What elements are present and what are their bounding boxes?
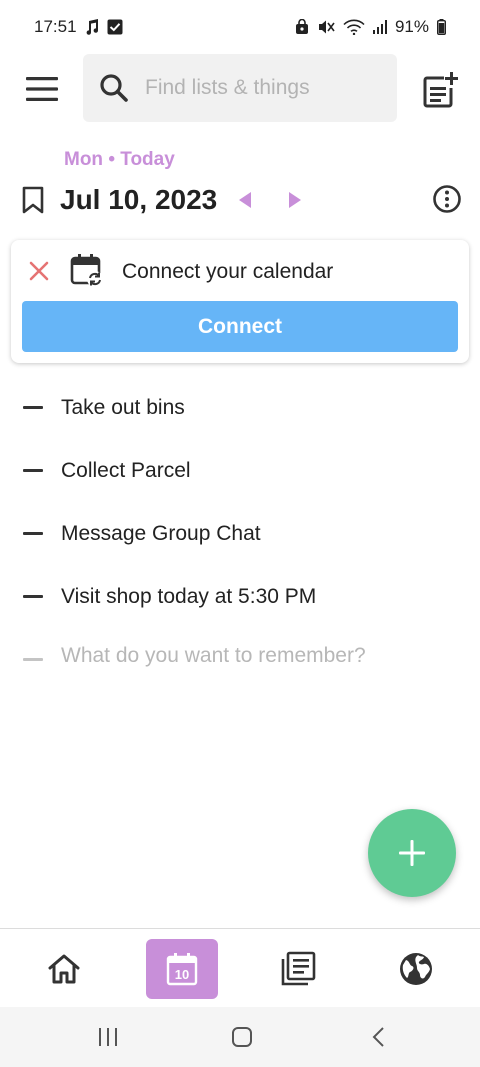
- date-header: Jul 10, 2023: [0, 178, 480, 224]
- system-home-button[interactable]: [230, 1025, 254, 1054]
- lock-alarm-icon: [295, 19, 308, 34]
- triangle-left-icon: [239, 192, 251, 208]
- top-bar: [0, 54, 480, 124]
- list-item[interactable]: Message Group Chat: [0, 502, 480, 565]
- date-title[interactable]: Jul 10, 2023: [60, 184, 217, 216]
- dash-icon: [23, 406, 43, 409]
- signal-icon: [372, 20, 387, 34]
- recent-apps-icon: [99, 1028, 117, 1046]
- connect-calendar-text: Connect your calendar: [122, 260, 334, 283]
- task-list: Take out bins Collect Parcel Message Gro…: [0, 376, 480, 691]
- menu-button[interactable]: [22, 74, 62, 104]
- wifi-icon: [343, 19, 365, 35]
- list-item[interactable]: Collect Parcel: [0, 439, 480, 502]
- nav-explore[interactable]: [380, 939, 452, 999]
- task-label[interactable]: Visit shop today at 5:30 PM: [61, 585, 316, 609]
- search-input[interactable]: [145, 76, 375, 100]
- checkbox-icon: [107, 19, 123, 35]
- new-list-button[interactable]: [420, 70, 460, 110]
- dash-icon: [23, 595, 43, 598]
- triangle-right-icon: [289, 192, 301, 208]
- task-label[interactable]: Collect Parcel: [61, 459, 191, 483]
- search-box[interactable]: [83, 54, 397, 122]
- dash-icon: [23, 532, 43, 535]
- dash-icon: [23, 658, 43, 661]
- status-left: 17:51: [34, 17, 123, 37]
- list-item[interactable]: Visit shop today at 5:30 PM: [0, 565, 480, 628]
- music-note-icon: [86, 19, 98, 35]
- bookmark-icon: [22, 186, 44, 214]
- day-label: Mon • Today: [64, 149, 175, 170]
- nav-lists[interactable]: [262, 939, 334, 999]
- lists-icon: [281, 951, 316, 986]
- battery-icon: [437, 19, 446, 35]
- note-add-icon: [423, 72, 458, 108]
- status-right: 91%: [295, 17, 446, 37]
- nav-calendar[interactable]: 10: [146, 939, 218, 999]
- recent-apps-button[interactable]: [96, 1025, 120, 1054]
- next-day-button[interactable]: [286, 190, 304, 215]
- calendar-sync-icon: [69, 252, 105, 293]
- add-button[interactable]: [368, 809, 456, 897]
- task-label[interactable]: Take out bins: [61, 396, 185, 420]
- connect-calendar-card: Connect your calendar Connect: [11, 240, 469, 363]
- calendar-icon: 10: [166, 953, 198, 986]
- status-time: 17:51: [34, 17, 77, 36]
- bookmark-button[interactable]: [21, 186, 45, 219]
- nav-home[interactable]: [28, 939, 100, 999]
- list-item[interactable]: Take out bins: [0, 376, 480, 439]
- globe-icon: [400, 953, 432, 985]
- new-task-row[interactable]: [0, 628, 480, 691]
- calendar-day-number: 10: [175, 967, 189, 982]
- bottom-nav: 10: [0, 928, 480, 1007]
- dismiss-card-button[interactable]: [28, 260, 50, 287]
- connect-button[interactable]: Connect: [22, 301, 458, 352]
- more-options-button[interactable]: [432, 184, 462, 219]
- hamburger-menu-icon: [26, 77, 58, 101]
- previous-day-button[interactable]: [236, 190, 254, 215]
- close-icon: [29, 261, 49, 281]
- system-nav-bar: [0, 1007, 480, 1067]
- system-back-button[interactable]: [368, 1025, 392, 1054]
- search-icon: [100, 74, 128, 102]
- status-bar: 17:51 91%: [0, 0, 480, 54]
- battery-percent: 91%: [394, 17, 429, 36]
- home-icon: [48, 954, 80, 984]
- plus-icon: [399, 840, 425, 866]
- more-vertical-icon: [433, 185, 461, 213]
- task-label[interactable]: Message Group Chat: [61, 522, 261, 546]
- back-chevron-icon: [372, 1027, 384, 1047]
- system-home-icon: [232, 1027, 252, 1047]
- mute-icon: [318, 20, 335, 34]
- dash-icon: [23, 469, 43, 472]
- new-task-input[interactable]: [61, 644, 441, 668]
